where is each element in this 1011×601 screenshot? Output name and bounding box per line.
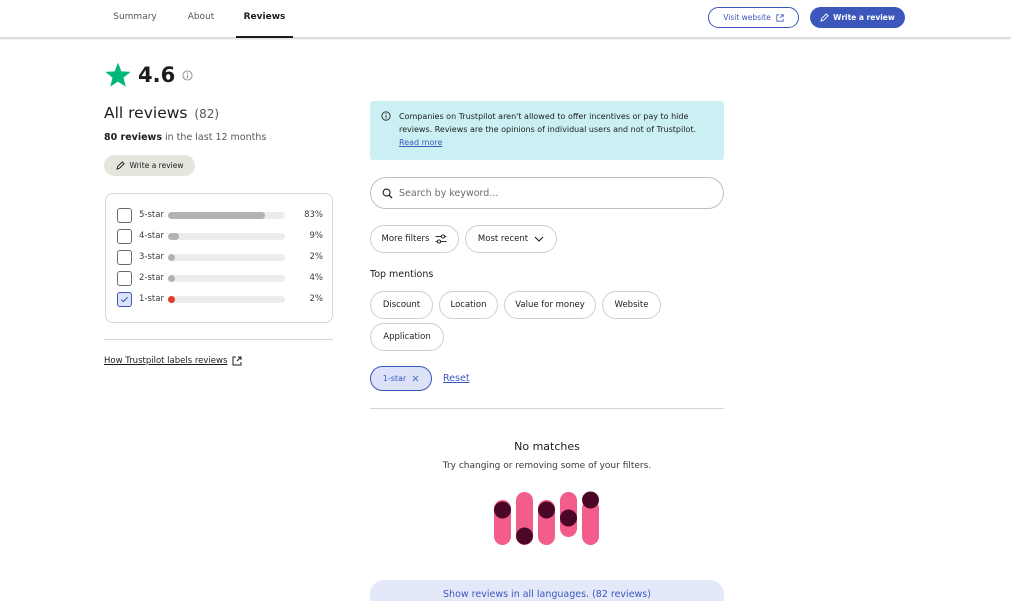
distribution-label: 5-star bbox=[139, 210, 164, 220]
active-filter-label: 1-star bbox=[382, 374, 407, 383]
recent-count: 80 reviews bbox=[104, 132, 162, 143]
no-matches-title: No matches bbox=[514, 440, 580, 453]
info-icon bbox=[381, 111, 391, 121]
checkbox[interactable] bbox=[117, 249, 132, 265]
distribution-bar bbox=[168, 253, 285, 261]
mention-chip-value-for-money[interactable]: Value for money bbox=[504, 291, 596, 319]
distribution-fill bbox=[168, 295, 175, 303]
active-filter-chip[interactable]: 1-star bbox=[370, 366, 432, 391]
more-filters-label: More filters bbox=[381, 234, 430, 244]
top-mentions-title: Top mentions bbox=[370, 269, 434, 280]
star-icon bbox=[105, 62, 131, 87]
distribution-percent: 2% bbox=[309, 252, 324, 262]
no-matches-text: Try changing or removing some of your fi… bbox=[442, 461, 652, 471]
chevron-down-icon bbox=[534, 236, 544, 242]
distribution-bar bbox=[168, 211, 285, 219]
distribution-percent: 9% bbox=[309, 231, 324, 241]
external-link-icon bbox=[232, 356, 242, 366]
distribution-percent: 4% bbox=[309, 273, 324, 283]
distribution-percent: 83% bbox=[304, 210, 323, 220]
star-distribution: 5-star 83% 4-star 9% 3-star 2% 2-star 4%… bbox=[105, 193, 333, 323]
distribution-row-2-star[interactable]: 2-star 4% bbox=[117, 270, 323, 286]
distribution-fill bbox=[168, 232, 179, 240]
top-navigation-bar: Summary About Reviews Visit website Writ… bbox=[0, 0, 1011, 38]
distribution-row-5-star[interactable]: 5-star 83% bbox=[117, 207, 323, 223]
search-input[interactable] bbox=[399, 187, 699, 199]
sort-label: Most recent bbox=[477, 234, 529, 244]
empty-state-illustration bbox=[494, 491, 599, 545]
rating-score: 4.6 bbox=[138, 63, 176, 87]
pencil-icon bbox=[820, 13, 829, 22]
mention-chip-discount[interactable]: Discount bbox=[370, 291, 433, 319]
all-reviews-heading: All reviews (82) bbox=[104, 104, 219, 122]
more-filters-button[interactable]: More filters bbox=[370, 225, 459, 253]
filter-sliders-icon bbox=[435, 234, 447, 244]
distribution-row-1-star[interactable]: 1-star 2% bbox=[117, 291, 323, 307]
pencil-icon bbox=[115, 161, 125, 170]
recent-suffix: in the last 12 months bbox=[161, 132, 267, 143]
search-icon bbox=[382, 188, 393, 199]
show-all-languages-button[interactable]: Show reviews in all languages. (82 revie… bbox=[370, 580, 724, 601]
all-reviews-count: (82) bbox=[194, 107, 220, 121]
distribution-bar bbox=[168, 295, 285, 303]
distribution-percent: 2% bbox=[309, 294, 324, 304]
distribution-row-4-star[interactable]: 4-star 9% bbox=[117, 228, 323, 244]
checkbox[interactable] bbox=[117, 207, 132, 223]
close-icon[interactable] bbox=[412, 375, 419, 382]
distribution-fill bbox=[168, 211, 265, 219]
read-more-link[interactable]: Read more bbox=[399, 138, 442, 147]
mention-chip-application[interactable]: Application bbox=[370, 323, 444, 351]
divider bbox=[370, 408, 724, 409]
write-review-button[interactable]: Write a review bbox=[810, 7, 905, 28]
notice-text: Companies on Trustpilot aren't allowed t… bbox=[399, 112, 697, 134]
checkbox-checked[interactable] bbox=[117, 291, 132, 307]
search-box[interactable] bbox=[370, 177, 724, 209]
checkbox[interactable] bbox=[117, 228, 132, 244]
tab-about[interactable]: About bbox=[180, 0, 222, 38]
checkbox[interactable] bbox=[117, 270, 132, 286]
how-labels-text: How Trustpilot labels reviews bbox=[104, 356, 228, 366]
write-review-small-label: Write a review bbox=[129, 161, 184, 170]
visit-website-label: Visit website bbox=[723, 13, 771, 22]
visit-website-button[interactable]: Visit website bbox=[708, 7, 799, 28]
distribution-bar bbox=[168, 232, 285, 240]
external-link-icon bbox=[776, 13, 784, 22]
distribution-label: 3-star bbox=[139, 252, 164, 262]
all-reviews-label: All reviews bbox=[104, 104, 188, 122]
info-icon[interactable] bbox=[182, 69, 193, 81]
distribution-label: 1-star bbox=[139, 294, 164, 304]
tab-summary[interactable]: Summary bbox=[105, 0, 165, 38]
how-trustpilot-labels-link[interactable]: How Trustpilot labels reviews bbox=[104, 356, 242, 366]
distribution-label: 2-star bbox=[139, 273, 164, 283]
checkmark-icon bbox=[120, 296, 129, 302]
distribution-fill bbox=[168, 274, 175, 282]
reset-filters-link[interactable]: Reset bbox=[443, 373, 470, 384]
sort-dropdown[interactable]: Most recent bbox=[465, 225, 557, 253]
distribution-label: 4-star bbox=[139, 231, 164, 241]
mention-chip-location[interactable]: Location bbox=[439, 291, 498, 319]
write-review-label: Write a review bbox=[833, 13, 895, 22]
distribution-bar bbox=[168, 274, 285, 282]
tab-reviews[interactable]: Reviews bbox=[236, 0, 293, 38]
divider bbox=[104, 339, 333, 340]
rating-summary: 4.6 bbox=[104, 61, 193, 89]
distribution-row-3-star[interactable]: 3-star 2% bbox=[117, 249, 323, 265]
incentives-notice: Companies on Trustpilot aren't allowed t… bbox=[370, 101, 724, 160]
distribution-fill bbox=[168, 253, 175, 261]
mention-chip-website[interactable]: Website bbox=[602, 291, 661, 319]
write-review-small-button[interactable]: Write a review bbox=[104, 155, 195, 176]
recent-reviews-text: 80 reviews in the last 12 months bbox=[104, 132, 266, 143]
